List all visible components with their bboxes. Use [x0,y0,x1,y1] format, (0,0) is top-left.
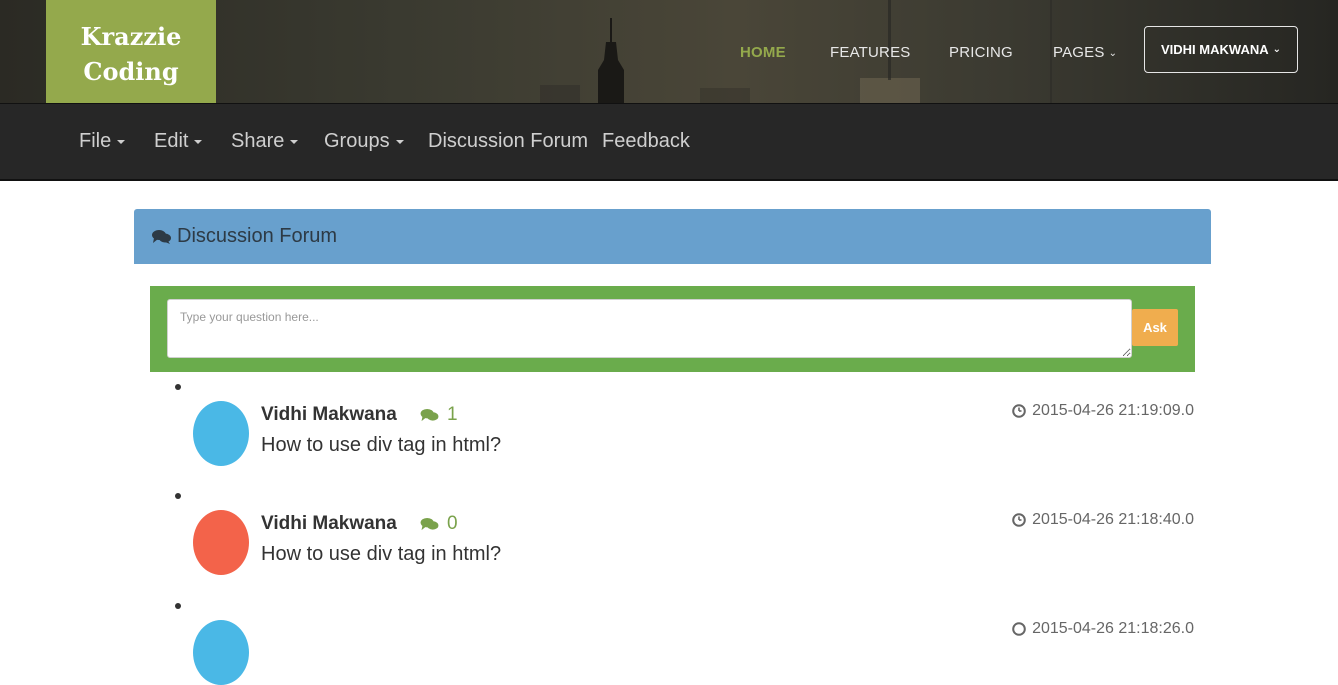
caret-down-icon [194,139,203,144]
chevron-down-icon: ⌄ [1108,47,1118,59]
avatar [193,620,249,685]
brand-logo[interactable]: Krazzie Coding [46,0,216,103]
reply-count-value: 0 [447,513,458,534]
nav-pages-label: PAGES [1053,44,1105,61]
list-bullet [175,384,181,390]
post-author[interactable]: Vidhi Makwana [261,404,397,426]
caret-down-icon [117,139,126,144]
ask-button[interactable]: Ask [1132,309,1178,346]
menu-file-label: File [79,130,112,152]
question-input[interactable] [167,299,1132,358]
nav-features[interactable]: FEATURES [830,44,911,61]
chevron-down-icon: ⌄ [1272,44,1281,55]
list-bullet [175,493,181,499]
post-date: 2015-04-26 21:19:09.0 [1032,402,1194,419]
clock-icon [1012,513,1026,527]
menu-file[interactable]: File [79,130,126,153]
menu-feedback[interactable]: Feedback [602,130,690,153]
caret-down-icon [290,139,299,144]
forum-panel-header: Discussion Forum [134,209,1211,264]
nav-home[interactable]: HOME [740,44,786,61]
brand-line-2: Coding [83,57,179,86]
reply-count[interactable]: 0 [420,513,458,535]
user-menu-button[interactable]: VIDHI MAKWANA ⌄ [1144,26,1298,73]
reply-count-value: 1 [447,404,458,425]
avatar [193,510,249,575]
nav-pricing[interactable]: PRICING [949,44,1013,61]
post-timestamp: 2015-04-26 21:18:40.0 [1012,511,1194,529]
post-question[interactable]: How to use div tag in html? [261,543,501,566]
avatar [193,401,249,466]
nav-pages[interactable]: PAGES ⌄ [1053,44,1117,61]
post-timestamp: 2015-04-26 21:19:09.0 [1012,402,1194,420]
menu-groups-label: Groups [324,130,390,152]
post-timestamp: 2015-04-26 21:18:26.0 [1012,620,1194,638]
post-question[interactable]: How to use div tag in html? [261,434,501,457]
brand-line-1: Krazzie [80,22,182,51]
menu-discussion-forum[interactable]: Discussion Forum [428,130,588,153]
post-date: 2015-04-26 21:18:26.0 [1032,620,1194,637]
caret-down-icon [395,139,404,144]
user-name: VIDHI MAKWANA [1161,42,1269,57]
secondary-nav: File Edit Share Groups Discussion Forum … [0,103,1338,181]
menu-groups[interactable]: Groups [324,130,404,153]
menu-share-label: Share [231,130,285,152]
clock-icon [1012,404,1026,418]
comments-icon [420,517,439,532]
post-author[interactable]: Vidhi Makwana [261,513,397,535]
menu-edit[interactable]: Edit [154,130,203,153]
menu-edit-label: Edit [154,130,189,152]
comments-icon [152,229,171,245]
clock-icon [1012,622,1026,636]
top-header: Krazzie Coding HOME FEATURES PRICING PAG… [0,0,1338,103]
menu-share[interactable]: Share [231,130,299,153]
panel-title: Discussion Forum [177,225,338,247]
reply-count[interactable]: 1 [420,404,458,426]
comments-icon [420,408,439,423]
list-bullet [175,603,181,609]
ask-question-bar: Ask [150,286,1195,372]
post-date: 2015-04-26 21:18:40.0 [1032,511,1194,528]
